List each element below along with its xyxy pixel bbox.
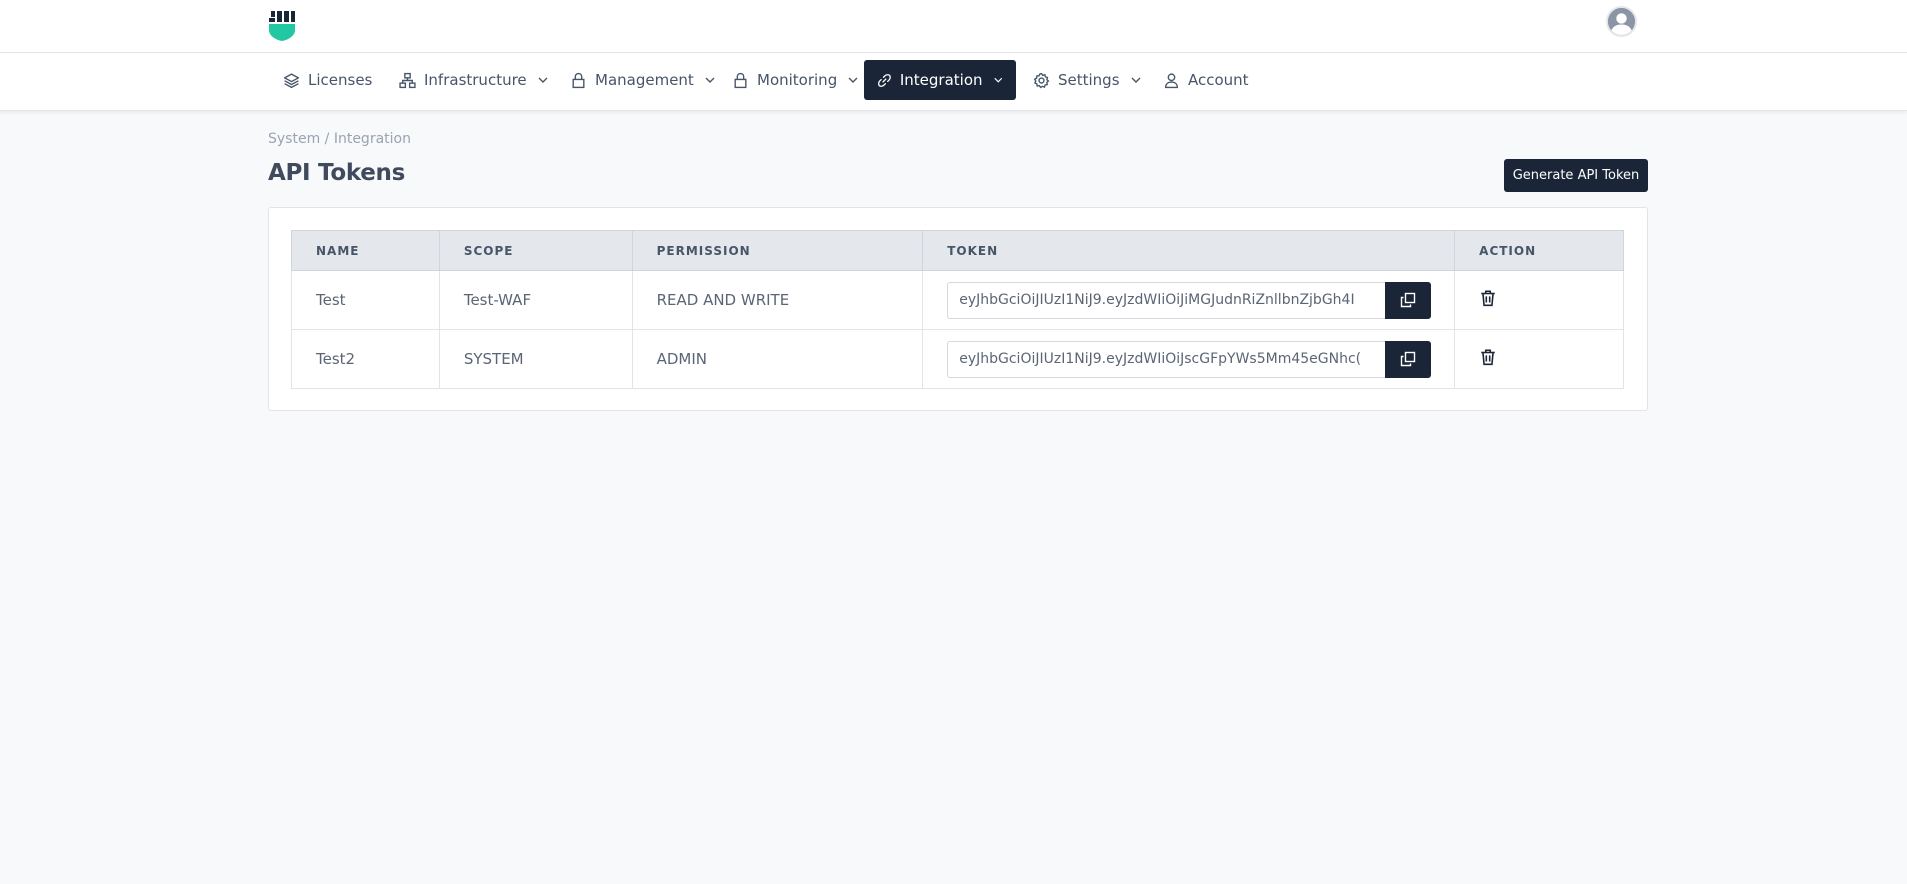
table-header-row: NAME SCOPE PERMISSION TOKEN ACTION — [291, 230, 1624, 271]
token-permission: ADMIN — [631, 329, 924, 389]
token-field-group — [947, 281, 1454, 319]
token-cell — [922, 329, 1456, 389]
table-row: Test2 SYSTEM ADMIN — [291, 329, 1624, 389]
nav-item-integration[interactable]: Integration — [864, 60, 1016, 100]
gear-icon — [1033, 72, 1050, 89]
action-cell — [1454, 270, 1624, 330]
breadcrumb: System / Integration — [268, 131, 411, 147]
trash-icon[interactable] — [1479, 348, 1497, 366]
trash-icon[interactable] — [1479, 289, 1497, 307]
copy-token-button[interactable] — [1385, 281, 1432, 319]
shield-logo-icon[interactable] — [268, 10, 296, 41]
main-nav: Licenses Infrastructure Management Monit… — [0, 53, 1907, 111]
copy-icon — [1400, 351, 1416, 367]
chevron-down-icon — [847, 74, 859, 86]
token-cell — [922, 270, 1456, 330]
token-field-group — [947, 340, 1454, 378]
top-bar — [0, 0, 1907, 53]
column-header-name: NAME — [291, 230, 440, 271]
column-header-action: ACTION — [1454, 230, 1624, 271]
action-cell — [1454, 329, 1624, 389]
nav-item-management[interactable]: Management — [557, 60, 729, 100]
nav-label-settings: Settings — [1058, 71, 1120, 89]
chevron-down-icon — [1130, 74, 1142, 86]
nav-item-infrastructure[interactable]: Infrastructure — [386, 60, 562, 100]
token-name: Test2 — [291, 329, 440, 389]
network-icon — [399, 72, 416, 89]
nav-item-licenses[interactable]: Licenses — [270, 60, 385, 100]
column-header-permission: PERMISSION — [631, 230, 924, 271]
nav-item-settings[interactable]: Settings — [1020, 60, 1155, 100]
column-header-token: TOKEN — [922, 230, 1456, 271]
token-scope: SYSTEM — [438, 329, 633, 389]
copy-token-button[interactable] — [1385, 340, 1432, 378]
layers-icon — [283, 72, 300, 89]
chevron-down-icon — [704, 74, 716, 86]
nav-label-infrastructure: Infrastructure — [424, 71, 527, 89]
page-title: API Tokens — [268, 160, 405, 186]
chevron-down-icon — [537, 74, 549, 86]
generate-api-token-button[interactable]: Generate API Token — [1504, 159, 1648, 192]
token-scope: Test-WAF — [438, 270, 633, 330]
nav-label-management: Management — [595, 71, 694, 89]
token-permission: READ AND WRITE — [631, 270, 924, 330]
token-name: Test — [291, 270, 440, 330]
link-icon — [877, 72, 892, 89]
api-tokens-table: NAME SCOPE PERMISSION TOKEN ACTION Test … — [291, 230, 1624, 389]
nav-item-account[interactable]: Account — [1150, 60, 1262, 100]
column-header-scope: SCOPE — [438, 230, 633, 271]
nav-label-licenses: Licenses — [308, 71, 373, 89]
user-avatar-icon[interactable] — [1606, 6, 1637, 37]
chevron-down-icon — [993, 74, 1003, 86]
lock-icon — [570, 72, 587, 89]
table-row: Test Test-WAF READ AND WRITE — [291, 270, 1624, 330]
user-icon — [1163, 72, 1180, 89]
api-tokens-card: NAME SCOPE PERMISSION TOKEN ACTION Test … — [268, 207, 1648, 411]
nav-item-monitoring[interactable]: Monitoring — [719, 60, 872, 100]
lock-icon — [732, 72, 749, 89]
token-input[interactable] — [947, 281, 1386, 319]
token-input[interactable] — [947, 340, 1386, 378]
nav-label-monitoring: Monitoring — [757, 71, 838, 89]
nav-label-integration: Integration — [899, 71, 983, 89]
nav-label-account: Account — [1188, 71, 1249, 89]
copy-icon — [1400, 292, 1416, 308]
